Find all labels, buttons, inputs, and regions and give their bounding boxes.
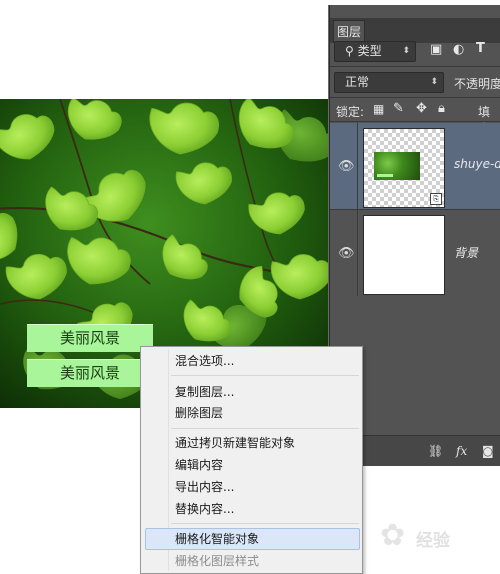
divider	[357, 123, 358, 209]
menu-separator	[171, 523, 359, 524]
layer-row-background[interactable]: 👁︎ 背景	[330, 210, 500, 296]
lock-transparent-icon[interactable]: ▦	[373, 102, 384, 116]
layer-style-fx-icon[interactable]: fx	[456, 444, 467, 458]
lock-all-icon[interactable]: 🔒︎	[438, 101, 445, 116]
filter-label: ⚲ 类型	[345, 44, 382, 58]
menu-item-blending-options[interactable]: 混合选项...	[175, 351, 234, 371]
menu-item-duplicate-layer[interactable]: 复制图层...	[175, 382, 234, 402]
divider	[357, 210, 358, 296]
divider	[330, 66, 500, 67]
image-filter-icon[interactable]: ▣	[430, 42, 442, 57]
thumbnail-caption	[377, 174, 393, 177]
layer-thumbnail: ⎘	[363, 128, 445, 208]
menu-item-rasterize-layer-style[interactable]: 栅格化图层样式	[175, 551, 259, 571]
adjustment-filter-icon[interactable]: ◐	[453, 42, 464, 57]
menu-separator	[171, 428, 359, 429]
menu-separator	[171, 375, 359, 376]
layer-name[interactable]: 背景	[454, 244, 478, 261]
smart-object-badge-icon: ⎘	[430, 193, 442, 205]
link-layers-icon[interactable]: ⛓	[428, 444, 443, 458]
opacity-label: 不透明度	[454, 77, 500, 91]
updown-caret-icon: ⬍	[402, 46, 410, 56]
visibility-eye-icon[interactable]: 👁︎	[338, 246, 355, 261]
search-icon: ⚲	[345, 44, 354, 58]
watermark: ✿ 经验	[380, 514, 496, 556]
menu-item-export-contents[interactable]: 导出内容...	[175, 477, 234, 497]
caption-label-2: 美丽风景	[27, 359, 153, 387]
context-menu: 混合选项... 复制图层... 删除图层 通过拷贝新建智能对象 编辑内容 导出内…	[140, 346, 363, 574]
type-filter-icon[interactable]: T	[476, 41, 485, 56]
layer-row-smart-object[interactable]: 👁︎ ⎘ shuye-de	[330, 123, 500, 209]
layer-filter-select[interactable]: ⚲ 类型 ⬍	[334, 41, 416, 62]
lock-position-move-icon[interactable]: ✥	[416, 101, 427, 116]
menu-item-rasterize-smart-object[interactable]: 栅格化智能对象	[175, 529, 259, 549]
divider	[330, 97, 500, 98]
lock-paint-brush-icon[interactable]: ✎	[393, 101, 404, 116]
menu-item-new-smart-object-via-copy[interactable]: 通过拷贝新建智能对象	[175, 433, 295, 453]
menu-item-replace-contents[interactable]: 替换内容...	[175, 499, 234, 519]
lock-label: 锁定:	[336, 105, 365, 119]
visibility-eye-icon[interactable]: 👁︎	[338, 159, 355, 174]
add-mask-icon[interactable]: ◙	[482, 444, 494, 458]
layer-thumbnail	[363, 215, 445, 295]
divider	[330, 121, 500, 122]
blend-mode-value: 正常	[345, 75, 370, 89]
menu-item-edit-contents[interactable]: 编辑内容	[175, 455, 223, 475]
baidu-paw-logo-icon: ✿	[380, 518, 406, 553]
blend-mode-select[interactable]: 正常 ⬍	[334, 72, 444, 93]
menu-item-delete-layer[interactable]: 删除图层	[175, 403, 223, 423]
layer-name[interactable]: shuye-de	[454, 157, 500, 171]
caption-label-1: 美丽风景	[27, 324, 153, 352]
tab-layers[interactable]: 图层	[333, 20, 365, 43]
watermark-text: 经验	[416, 531, 450, 551]
updown-caret-icon: ⬍	[430, 77, 438, 87]
